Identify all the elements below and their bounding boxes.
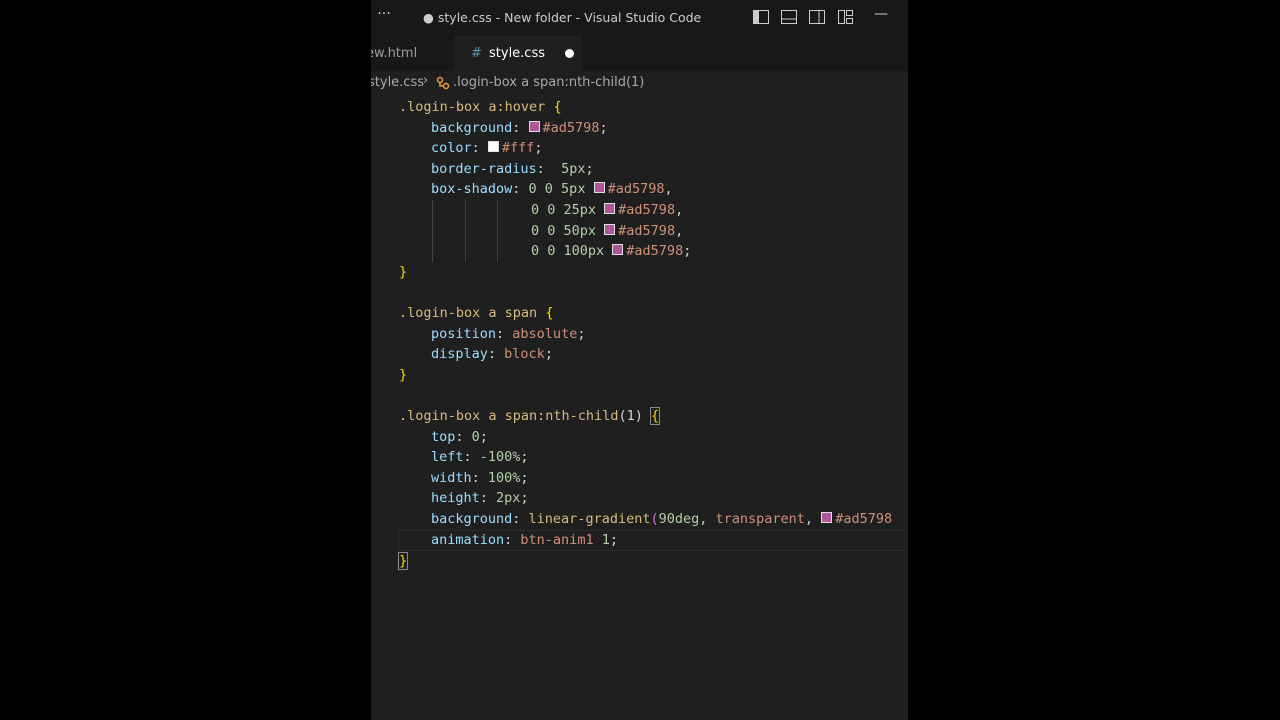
- code-line-9: }: [399, 264, 408, 280]
- title-bar: ··· ● style.css - New folder - Visual St…: [371, 0, 908, 36]
- tab-label: ew.html: [371, 46, 418, 61]
- color-swatch[interactable]: [593, 182, 605, 193]
- code-line-8: 0 0 100px #ad5798;: [531, 243, 692, 259]
- code-line-16: .login-box a span:nth-child(1) {: [399, 407, 661, 425]
- css-file-icon: #: [471, 46, 482, 61]
- code-line-14: }: [399, 367, 408, 383]
- indent-guide: [432, 200, 433, 262]
- tab-label: style.css: [489, 46, 545, 61]
- code-line-17: top: 0;: [431, 429, 488, 445]
- css-selector-icon: [436, 76, 450, 94]
- window-title: ● style.css - New folder - Visual Studio…: [423, 10, 702, 25]
- code-line-20: height: 2px;: [431, 490, 529, 506]
- customize-layout-icon[interactable]: [838, 10, 854, 24]
- toggle-panel-icon[interactable]: [781, 10, 797, 24]
- code-line-7: 0 0 50px #ad5798,: [531, 223, 684, 239]
- code-line-11: .login-box a span {: [399, 305, 554, 321]
- code-line-23: }: [397, 552, 409, 570]
- code-line-18: left: -100%;: [431, 449, 529, 465]
- code-editor[interactable]: .login-box a:hover { background: #ad5798…: [371, 95, 908, 720]
- code-line-22: animation: btn-anim1 1;: [431, 532, 618, 548]
- color-swatch[interactable]: [604, 203, 616, 214]
- chevron-right-icon: ›: [423, 73, 429, 88]
- color-swatch[interactable]: [528, 121, 540, 132]
- vscode-window: ··· ● style.css - New folder - Visual St…: [371, 0, 908, 720]
- code-line-19: width: 100%;: [431, 470, 529, 486]
- minimize-button[interactable]: —: [874, 6, 888, 22]
- breadcrumb: style.css › .login-box a span:nth-child(…: [371, 71, 908, 95]
- code-line-13: display: block;: [431, 346, 553, 362]
- code-line-5: box-shadow: 0 0 5px #ad5798,: [431, 181, 673, 197]
- indent-guide: [465, 200, 466, 262]
- code-line-1: .login-box a:hover {: [399, 99, 562, 115]
- toggle-primary-sidebar-icon[interactable]: [753, 10, 769, 24]
- unsaved-dot-icon[interactable]: [565, 49, 574, 58]
- indent-guide: [497, 200, 498, 262]
- code-line-4: border-radius: 5px;: [431, 161, 594, 177]
- code-line-12: position: absolute;: [431, 326, 586, 342]
- code-line-21: background: linear-gradient(90deg, trans…: [431, 511, 893, 527]
- code-line-2: background: #ad5798;: [431, 120, 608, 136]
- toggle-secondary-sidebar-icon[interactable]: [809, 10, 825, 24]
- code-line-6: 0 0 25px #ad5798,: [531, 202, 684, 218]
- tab-new-html[interactable]: ew.html: [371, 36, 453, 71]
- breadcrumb-file[interactable]: style.css: [371, 75, 424, 90]
- color-swatch[interactable]: [612, 244, 624, 255]
- color-swatch[interactable]: [821, 512, 833, 523]
- menu-button[interactable]: ···: [371, 6, 397, 22]
- breadcrumb-symbol[interactable]: .login-box a span:nth-child(1): [453, 75, 644, 90]
- tab-bar: ew.html # style.css: [371, 36, 908, 71]
- color-swatch[interactable]: [487, 141, 499, 152]
- tab-style-css[interactable]: # style.css: [454, 36, 582, 71]
- code-line-3: color: #fff;: [431, 140, 543, 156]
- color-swatch[interactable]: [604, 224, 616, 235]
